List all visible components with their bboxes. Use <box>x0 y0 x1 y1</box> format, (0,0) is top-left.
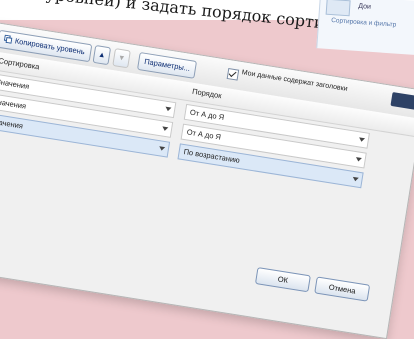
options-label: Параметры... <box>143 56 191 73</box>
sort-on-value: Значения <box>0 96 27 111</box>
ribbon-sort-icon[interactable] <box>325 0 351 17</box>
sort-on-value: Значения <box>0 76 30 92</box>
copy-icon <box>3 34 13 44</box>
order-column-header: Порядок <box>191 86 223 101</box>
sort-on-value: Значения <box>0 116 24 131</box>
ribbon-label-top: Дои <box>358 2 372 11</box>
ribbon-label-bottom[interactable]: Сортировка и фильтр <box>331 17 397 29</box>
cancel-button[interactable]: Отмена <box>314 276 371 302</box>
up-arrow-icon: ▲ <box>97 49 107 60</box>
headers-checkbox[interactable] <box>226 68 240 81</box>
chevron-down-icon <box>164 106 172 112</box>
order-value: От А до Я <box>189 107 225 122</box>
chevron-down-icon <box>161 126 169 132</box>
chevron-down-icon <box>158 146 166 152</box>
down-arrow-icon: ▼ <box>117 52 127 63</box>
move-up-button[interactable]: ▲ <box>92 44 112 66</box>
chevron-down-icon <box>358 137 366 143</box>
sort-dialog: Копировать уровень ▲ ▼ Параметры... Мои … <box>0 18 414 339</box>
ok-button[interactable]: ОК <box>254 267 311 293</box>
window-title-icon <box>390 92 414 110</box>
copy-level-label: Копировать уровень <box>14 36 86 57</box>
chevron-down-icon <box>355 157 362 162</box>
move-down-button[interactable]: ▼ <box>112 48 131 69</box>
chevron-down-icon <box>352 176 359 182</box>
ribbon-sort-filter-group: Дои Сортировка и фильтр <box>316 0 414 56</box>
sort-column-header: Сортировка <box>0 56 41 72</box>
headers-checkbox-label: Мои данные содержат заголовки <box>241 69 349 93</box>
order-value: По возрастанию <box>183 147 241 165</box>
order-value: От А до Я <box>186 127 222 142</box>
